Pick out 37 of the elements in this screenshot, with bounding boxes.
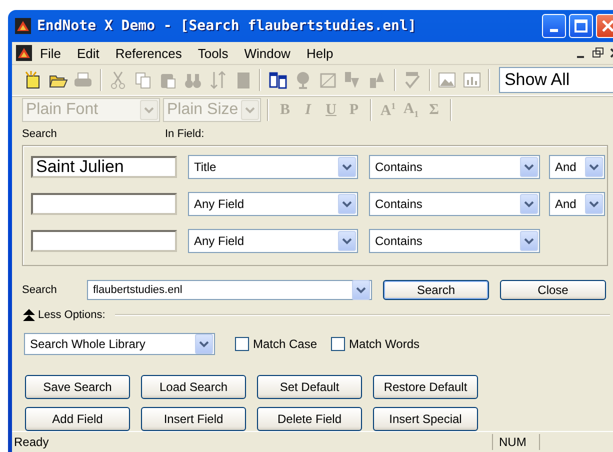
num-lock-indicator: NUM: [492, 434, 539, 450]
dialog-button[interactable]: Restore Default: [373, 374, 478, 399]
checkbox-label[interactable]: Match Words: [349, 337, 420, 352]
dialog-button[interactable]: Save Search: [25, 374, 130, 399]
field-dropdown[interactable]: Title: [188, 154, 358, 179]
connector-dropdown[interactable]: And: [549, 192, 605, 216]
search-button[interactable]: Search: [383, 280, 489, 300]
status-message: Ready: [13, 435, 50, 449]
dialog-button[interactable]: Load Search: [141, 374, 246, 399]
operator-dropdown[interactable]: Contains: [369, 192, 540, 216]
menu-item[interactable]: File: [32, 46, 69, 60]
menu-item[interactable]: Tools: [190, 46, 236, 60]
options-toggle-label[interactable]: Less Options:: [38, 308, 106, 321]
close-button[interactable]: Close: [500, 280, 606, 300]
menu-item[interactable]: Help: [298, 46, 342, 60]
menu-item[interactable]: References: [107, 46, 190, 60]
dialog-button[interactable]: Insert Special: [373, 406, 478, 431]
search-term-field[interactable]: Saint Julien: [31, 156, 177, 178]
field-dropdown[interactable]: Any Field: [188, 228, 358, 253]
operator-dropdown[interactable]: Contains: [369, 228, 540, 253]
filter-dropdown[interactable]: Show All: [499, 67, 613, 93]
search-in-label: Search: [22, 284, 58, 296]
library-dropdown[interactable]: flaubertstudies.enl: [87, 280, 372, 300]
checkbox-label[interactable]: Match Case: [253, 337, 318, 352]
field-dropdown[interactable]: Any Field: [188, 192, 358, 216]
search-label: Search: [22, 128, 58, 142]
menu-item[interactable]: Edit: [68, 46, 108, 60]
dialog-button[interactable]: Add Field: [25, 406, 130, 431]
operator-dropdown[interactable]: Contains: [369, 154, 540, 179]
dialog-button[interactable]: Delete Field: [257, 406, 362, 431]
dialog-button[interactable]: Set Default: [257, 374, 362, 399]
connector-dropdown[interactable]: And: [549, 154, 605, 179]
in-field-label: In Field:: [165, 128, 204, 142]
dialog-button[interactable]: Insert Field: [141, 406, 246, 431]
window-title: EndNote X Demo - [Search flaubertstudies.enl]: [37, 18, 416, 34]
scope-dropdown[interactable]: Search Whole Library: [24, 333, 215, 356]
menu-item[interactable]: Window: [236, 46, 298, 60]
